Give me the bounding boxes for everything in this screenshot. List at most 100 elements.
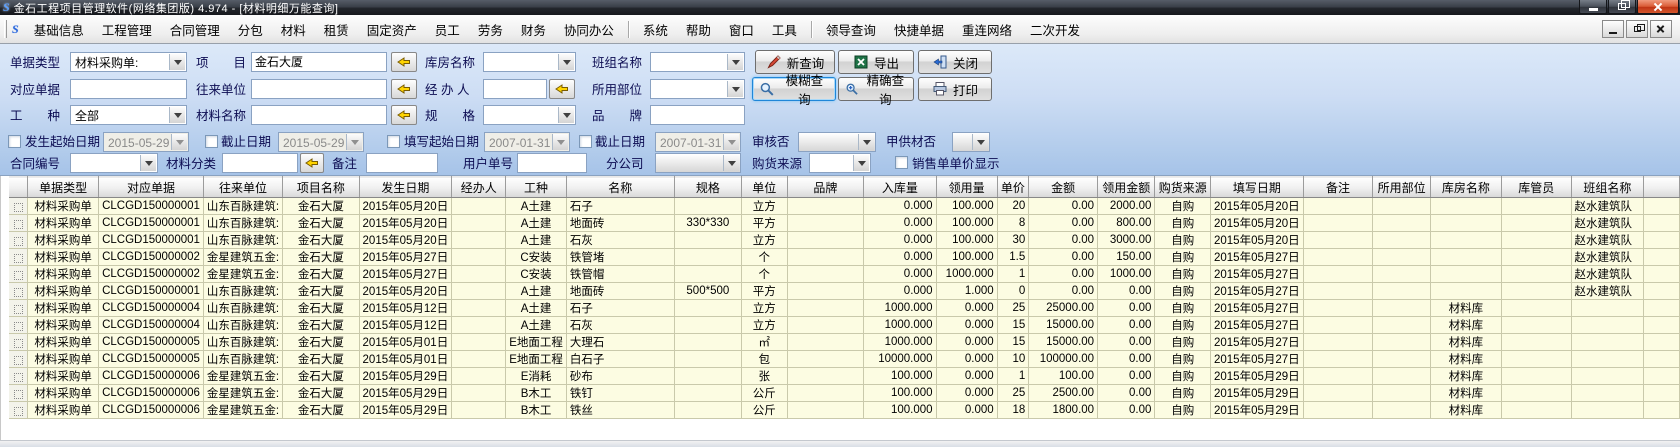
table-row[interactable]: 材料采购单CLCGD150000006金星建筑五金:金石大厦2015年05月29… bbox=[9, 368, 1680, 385]
table-cell[interactable] bbox=[1571, 317, 1644, 334]
menu-item[interactable]: 工具 bbox=[763, 16, 806, 43]
table-cell[interactable] bbox=[452, 368, 506, 385]
table-cell[interactable] bbox=[452, 249, 506, 266]
table-cell[interactable]: 8 bbox=[997, 215, 1029, 232]
table-cell[interactable]: 2015年05月01日 bbox=[359, 351, 452, 368]
fill-end-checkbox[interactable] bbox=[579, 135, 592, 148]
table-cell[interactable] bbox=[787, 385, 864, 402]
table-cell[interactable]: 1000.000 bbox=[936, 266, 997, 283]
table-cell[interactable]: 100000.00 bbox=[1029, 351, 1098, 368]
table-cell[interactable]: 2015年05月20日 bbox=[1211, 215, 1304, 232]
mdi-restore-button[interactable] bbox=[1626, 20, 1648, 38]
exact-query-button[interactable]: 精确查询 bbox=[838, 77, 914, 101]
print-button[interactable]: 打印 bbox=[918, 77, 992, 101]
table-cell[interactable]: 0.00 bbox=[1029, 215, 1098, 232]
table-cell[interactable]: 自购 bbox=[1155, 266, 1211, 283]
menu-item[interactable]: 材料 bbox=[272, 16, 315, 43]
table-cell[interactable]: 金石大厦 bbox=[283, 351, 359, 368]
menu-item[interactable]: 分包 bbox=[229, 16, 272, 43]
table-cell[interactable]: 20 bbox=[997, 198, 1029, 215]
table-row[interactable]: 材料采购单CLCGD150000002金星建筑五金:金石大厦2015年05月27… bbox=[9, 249, 1680, 266]
table-cell[interactable]: 石灰 bbox=[566, 232, 674, 249]
table-cell[interactable]: 材料采购单 bbox=[28, 385, 99, 402]
table-cell[interactable] bbox=[1644, 249, 1680, 266]
toolbar-grip[interactable] bbox=[4, 20, 7, 38]
table-cell[interactable]: 自购 bbox=[1155, 334, 1211, 351]
chevron-down-icon[interactable] bbox=[558, 54, 574, 70]
table-cell[interactable]: 150.00 bbox=[1098, 249, 1155, 266]
table-cell[interactable] bbox=[787, 334, 864, 351]
menu-item[interactable]: 窗口 bbox=[720, 16, 763, 43]
table-cell[interactable]: 材料库 bbox=[1430, 351, 1501, 368]
column-header[interactable]: 金额 bbox=[1029, 177, 1098, 198]
table-cell[interactable]: 材料采购单 bbox=[28, 351, 99, 368]
table-cell[interactable]: 10 bbox=[997, 351, 1029, 368]
table-cell[interactable]: 金石大厦 bbox=[283, 215, 359, 232]
table-cell[interactable] bbox=[1501, 351, 1571, 368]
table-cell[interactable] bbox=[452, 317, 506, 334]
project-picker-button[interactable] bbox=[391, 52, 417, 72]
table-cell[interactable] bbox=[787, 351, 864, 368]
table-cell[interactable] bbox=[1373, 317, 1430, 334]
table-cell[interactable] bbox=[674, 300, 741, 317]
column-header[interactable]: 班组名称 bbox=[1571, 177, 1644, 198]
table-cell[interactable]: 平方 bbox=[742, 283, 788, 300]
table-cell[interactable]: 15 bbox=[997, 317, 1029, 334]
row-selector-header[interactable] bbox=[9, 177, 28, 198]
table-cell[interactable]: 2015年05月27日 bbox=[1211, 266, 1304, 283]
table-cell[interactable]: 100.000 bbox=[936, 198, 997, 215]
column-header[interactable]: 入库量 bbox=[864, 177, 936, 198]
table-cell[interactable]: 0.00 bbox=[1029, 198, 1098, 215]
contract-no-select[interactable] bbox=[70, 153, 158, 173]
table-cell[interactable] bbox=[674, 402, 741, 419]
table-row[interactable]: 材料采购单CLCGD150000005山东百脉建筑:金石大厦2015年05月01… bbox=[9, 334, 1680, 351]
table-cell[interactable]: E消耗 bbox=[506, 368, 567, 385]
table-cell[interactable]: 100.000 bbox=[936, 232, 997, 249]
table-cell[interactable] bbox=[452, 385, 506, 402]
chevron-down-icon[interactable] bbox=[140, 155, 156, 171]
material-class-input[interactable] bbox=[222, 153, 298, 173]
table-cell[interactable] bbox=[1430, 198, 1501, 215]
table-cell[interactable]: 0.00 bbox=[1098, 334, 1155, 351]
table-cell[interactable]: 0.000 bbox=[936, 334, 997, 351]
chevron-down-icon[interactable] bbox=[171, 134, 187, 150]
table-cell[interactable] bbox=[452, 232, 506, 249]
used-part-select[interactable] bbox=[650, 79, 745, 99]
column-header[interactable]: 单价 bbox=[997, 177, 1029, 198]
table-cell[interactable]: 金石大厦 bbox=[283, 249, 359, 266]
column-header[interactable]: 购货来源 bbox=[1155, 177, 1211, 198]
table-row[interactable]: 材料采购单CLCGD150000006金星建筑五金:金石大厦2015年05月29… bbox=[9, 385, 1680, 402]
table-cell[interactable]: 25 bbox=[997, 385, 1029, 402]
table-cell[interactable]: 18 bbox=[997, 402, 1029, 419]
table-cell[interactable]: A土建 bbox=[506, 198, 567, 215]
fill-start-checkbox[interactable] bbox=[387, 135, 400, 148]
table-cell[interactable]: 1000.000 bbox=[864, 300, 936, 317]
table-cell[interactable]: 2015年05月27日 bbox=[359, 249, 452, 266]
table-cell[interactable]: 0.00 bbox=[1029, 232, 1098, 249]
table-row[interactable]: 材料采购单CLCGD150000001山东百脉建筑:金石大厦2015年05月20… bbox=[9, 198, 1680, 215]
table-cell[interactable] bbox=[1373, 215, 1430, 232]
table-cell[interactable] bbox=[787, 215, 864, 232]
row-selector[interactable] bbox=[9, 317, 28, 334]
table-cell[interactable]: 自购 bbox=[1155, 283, 1211, 300]
column-header[interactable]: 单位 bbox=[742, 177, 788, 198]
table-cell[interactable] bbox=[1501, 334, 1571, 351]
table-cell[interactable]: 大理石 bbox=[566, 334, 674, 351]
menu-item[interactable]: 二次开发 bbox=[1021, 16, 1089, 43]
column-header[interactable]: 库房名称 bbox=[1430, 177, 1501, 198]
warehouse-select[interactable] bbox=[483, 52, 576, 72]
menu-item[interactable]: 帮助 bbox=[677, 16, 720, 43]
table-cell[interactable] bbox=[452, 198, 506, 215]
column-header[interactable]: 填写日期 bbox=[1211, 177, 1304, 198]
table-cell[interactable]: 个 bbox=[742, 266, 788, 283]
column-header[interactable]: 品牌 bbox=[787, 177, 864, 198]
table-cell[interactable] bbox=[452, 266, 506, 283]
table-cell[interactable]: 0.00 bbox=[1029, 283, 1098, 300]
table-cell[interactable]: A土建 bbox=[506, 317, 567, 334]
counterparty-input[interactable] bbox=[251, 79, 387, 99]
audited-select[interactable] bbox=[798, 132, 876, 152]
table-cell[interactable]: 立方 bbox=[742, 198, 788, 215]
table-cell[interactable] bbox=[1430, 249, 1501, 266]
table-cell[interactable]: CLCGD150000001 bbox=[99, 283, 204, 300]
table-cell[interactable] bbox=[1373, 198, 1430, 215]
